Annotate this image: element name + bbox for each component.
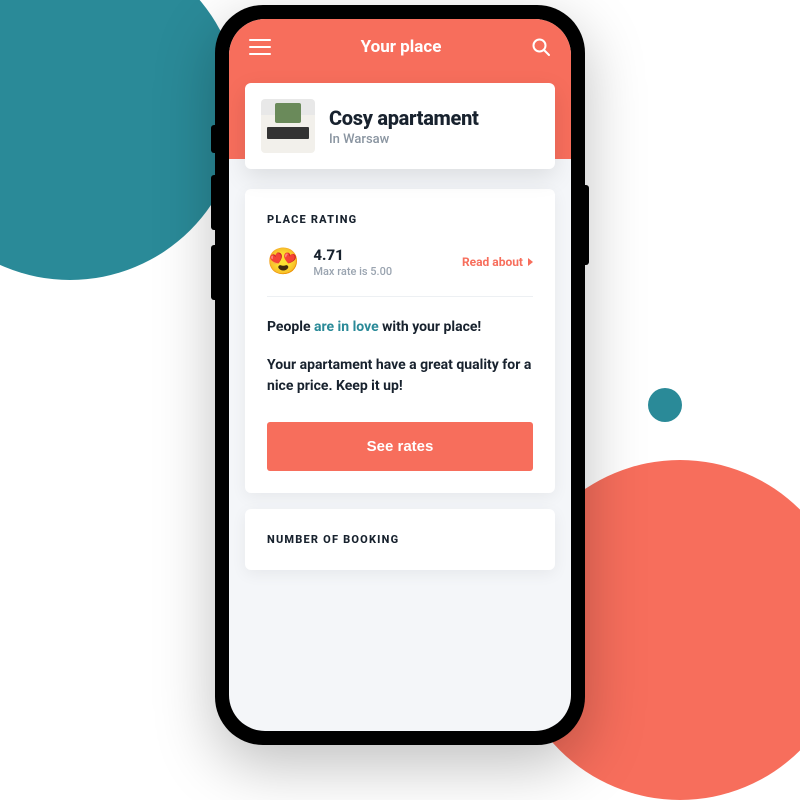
desc-prefix: People — [267, 319, 314, 335]
content-area: PLACE RATING 😍 4.71 Max rate is 5.00 Rea… — [229, 159, 571, 731]
phone-power-button — [585, 185, 589, 265]
see-rates-button[interactable]: See rates — [267, 422, 533, 471]
desc-suffix: with your place! — [379, 319, 482, 335]
background-circle-small-teal — [648, 388, 682, 422]
phone-frame: Your place Cosy apartament In Warsaw PLA… — [215, 5, 585, 745]
place-thumbnail — [261, 99, 315, 153]
rating-description: People are in love with your place! Your… — [267, 317, 533, 398]
phone-volume-up — [211, 175, 215, 230]
page-title: Your place — [361, 37, 442, 57]
place-title-card[interactable]: Cosy apartament In Warsaw — [245, 83, 555, 169]
place-location: In Warsaw — [329, 132, 479, 147]
place-name: Cosy apartament — [329, 106, 479, 130]
read-about-label: Read about — [462, 255, 523, 269]
rating-max-text: Max rate is 5.00 — [313, 265, 392, 278]
phone-screen: Your place Cosy apartament In Warsaw PLA… — [229, 19, 571, 731]
booking-card: NUMBER OF BOOKING — [245, 509, 555, 570]
desc-highlight: are in love — [314, 319, 379, 335]
rating-summary-row: 😍 4.71 Max rate is 5.00 Read about — [267, 246, 533, 297]
search-icon[interactable] — [531, 37, 551, 57]
read-about-link[interactable]: Read about — [462, 255, 533, 269]
menu-icon[interactable] — [249, 39, 271, 55]
desc-line-2: Your apartament have a great quality for… — [267, 355, 533, 398]
rating-value: 4.71 — [313, 246, 392, 264]
phone-volume-down — [211, 245, 215, 300]
rating-section-label: PLACE RATING — [267, 213, 533, 226]
booking-section-label: NUMBER OF BOOKING — [267, 533, 533, 546]
rating-card: PLACE RATING 😍 4.71 Max rate is 5.00 Rea… — [245, 189, 555, 493]
heart-eyes-emoji-icon: 😍 — [267, 247, 299, 277]
background-circle-large-teal — [0, 0, 240, 280]
phone-mute-switch — [211, 125, 215, 153]
